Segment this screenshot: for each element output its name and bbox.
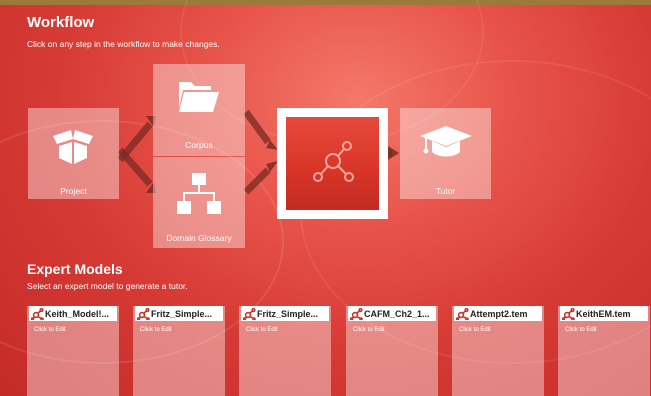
workflow-canvas: Workflow Click on any step in the workfl… — [0, 0, 651, 396]
click-to-edit-link[interactable]: Click to Edit — [459, 327, 491, 333]
click-to-edit-link[interactable]: Click to Edit — [34, 327, 66, 333]
model-graph-icon — [562, 307, 575, 320]
model-graph-icon — [31, 307, 44, 320]
expert-models-title: Expert Models — [27, 261, 123, 277]
step-project[interactable]: Project — [28, 108, 119, 199]
step-domain-glossary-label: Domain Glossary — [166, 233, 232, 243]
expert-model-card[interactable]: Fritz_Simple... Click to Edit — [133, 306, 225, 396]
click-to-edit-link[interactable]: Click to Edit — [565, 327, 597, 333]
expert-model-card-header: Attempt2.tem — [454, 306, 542, 321]
model-graph-icon — [350, 307, 363, 320]
expert-model-name: Fritz_Simple... — [151, 308, 213, 319]
expert-model-name: Fritz_Simple... — [257, 308, 319, 319]
step-corpus[interactable]: Corpus — [153, 64, 245, 156]
expert-model-card-header: Fritz_Simple... — [241, 306, 329, 321]
arrow-glossary-model — [243, 167, 271, 195]
click-to-edit-link[interactable]: Click to Edit — [353, 327, 385, 333]
expert-model-name: KeithEM.tem — [576, 308, 631, 319]
step-corpus-label: Corpus — [185, 140, 213, 150]
arrow-project-glossary — [117, 147, 153, 187]
expert-model-card-header: CAFM_Ch2_1... — [348, 306, 436, 321]
expert-model-card-header: Keith_Model!... — [29, 306, 117, 321]
click-to-edit-link[interactable]: Click to Edit — [246, 327, 278, 333]
expert-model-card[interactable]: KeithEM.tem Click to Edit — [558, 306, 650, 396]
expert-model-card-header: KeithEM.tem — [560, 306, 648, 321]
arrowhead — [388, 146, 399, 160]
step-expert-model-selected[interactable] — [277, 108, 388, 219]
expert-model-card[interactable]: Keith_Model!... Click to Edit — [27, 306, 119, 396]
expert-model-card-header: Fritz_Simple... — [135, 306, 223, 321]
step-domain-glossary[interactable]: Domain Glossary — [153, 157, 245, 248]
graduation-cap-icon — [420, 124, 472, 165]
step-project-label: Project — [60, 186, 87, 196]
expert-model-name: CAFM_Ch2_1... — [364, 308, 430, 319]
step-tutor[interactable]: Tutor — [400, 108, 491, 199]
click-to-edit-link[interactable]: Click to Edit — [140, 327, 172, 333]
step-expert-model-inner — [286, 117, 379, 210]
expert-model-card[interactable]: Attempt2.tem Click to Edit — [452, 306, 544, 396]
network-node-icon — [311, 139, 355, 188]
expert-model-name: Attempt2.tem — [470, 308, 528, 319]
expert-model-name: Keith_Model!... — [45, 308, 110, 319]
expert-model-card[interactable]: Fritz_Simple... Click to Edit — [239, 306, 331, 396]
hierarchy-icon — [177, 173, 221, 220]
folder-icon — [177, 78, 221, 119]
arrow-corpus-model — [243, 109, 271, 145]
expert-models-subtitle: Select an expert model to generate a tut… — [27, 281, 188, 291]
model-graph-icon — [456, 307, 469, 320]
expert-model-card[interactable]: CAFM_Ch2_1... Click to Edit — [346, 306, 438, 396]
model-graph-icon — [243, 307, 256, 320]
step-tutor-label: Tutor — [435, 186, 456, 196]
box-icon — [51, 126, 95, 171]
model-graph-icon — [137, 307, 150, 320]
